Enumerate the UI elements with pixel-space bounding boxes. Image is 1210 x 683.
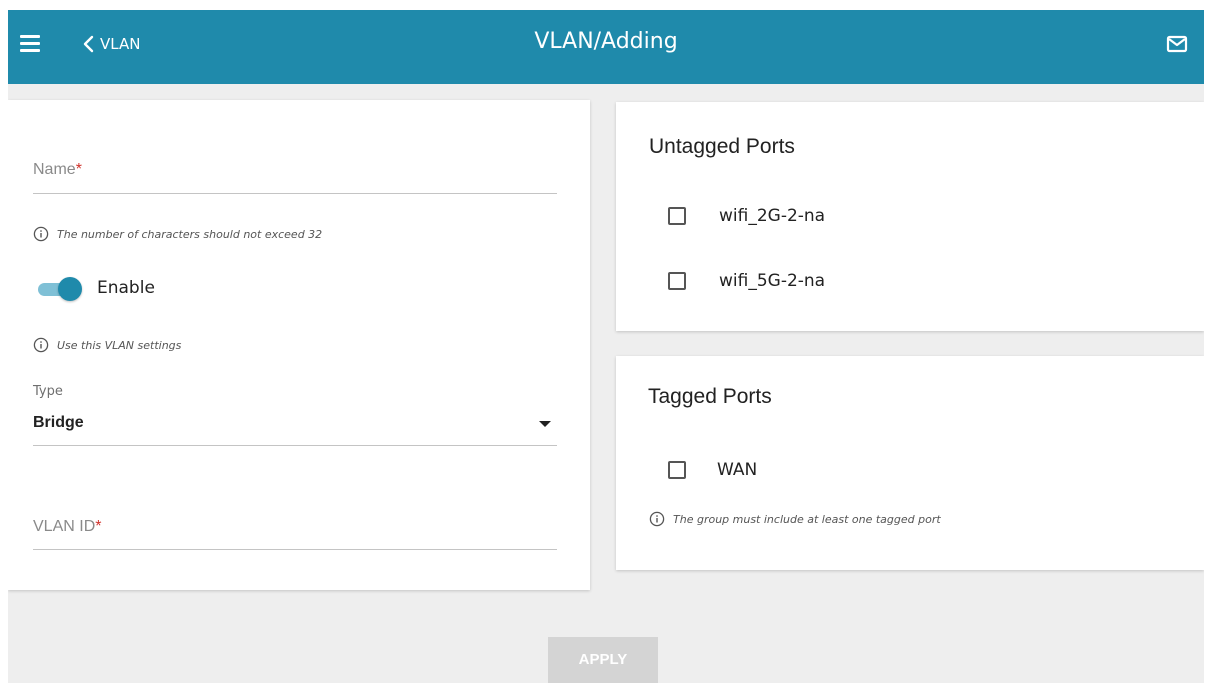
app-frame: VLAN VLAN/Adding Name* The number of cha… [8, 10, 1204, 683]
name-label: Name [33, 161, 76, 178]
notifications-button[interactable] [1166, 33, 1188, 55]
apply-button[interactable]: APPLY [548, 637, 658, 683]
required-mark: * [95, 518, 102, 535]
type-select-value: Bridge [33, 414, 84, 431]
enable-hint-text: Use this VLAN settings [57, 338, 182, 352]
port-checkbox[interactable] [668, 461, 686, 479]
enable-hint: Use this VLAN settings [33, 337, 181, 353]
port-row-wifi-5g[interactable]: wifi_5G-2-na [668, 271, 825, 291]
tagged-ports-hint: The group must include at least one tagg… [649, 511, 941, 527]
name-hint-text: The number of characters should not exce… [57, 227, 323, 241]
tagged-ports-title: Tagged Ports [648, 385, 772, 408]
port-checkbox[interactable] [668, 207, 686, 225]
info-icon [33, 337, 49, 353]
port-checkbox[interactable] [668, 272, 686, 290]
name-hint: The number of characters should not exce… [33, 226, 322, 242]
untagged-ports-title: Untagged Ports [649, 135, 795, 158]
toggle-knob [58, 277, 82, 301]
port-label: WAN [717, 460, 758, 480]
tagged-ports-card: Tagged Ports WAN The group must include … [616, 356, 1204, 570]
required-mark: * [75, 161, 82, 178]
top-bar: VLAN VLAN/Adding [8, 10, 1204, 84]
untagged-ports-card: Untagged Ports wifi_2G-2-na wifi_5G-2-na [616, 102, 1204, 331]
type-select[interactable]: Bridge [33, 400, 557, 446]
port-row-wan[interactable]: WAN [668, 460, 757, 480]
caret-down-icon [539, 421, 551, 427]
vlan-id-field[interactable]: VLAN ID* [33, 504, 557, 550]
vlan-settings-card: Name* The number of characters should no… [8, 100, 590, 590]
enable-toggle[interactable] [38, 277, 82, 301]
info-icon [33, 226, 49, 242]
page-title: VLAN/Adding [534, 29, 678, 54]
port-label: wifi_2G-2-na [719, 206, 826, 226]
port-label: wifi_5G-2-na [719, 271, 826, 291]
tagged-ports-hint-text: The group must include at least one tagg… [673, 512, 941, 526]
port-row-wifi-2g[interactable]: wifi_2G-2-na [668, 206, 825, 226]
vlan-id-label: VLAN ID [33, 518, 96, 535]
info-icon [649, 511, 665, 527]
envelope-icon [1166, 35, 1188, 53]
enable-label: Enable [97, 278, 155, 298]
name-field[interactable]: Name* [33, 152, 557, 194]
type-label: Type [33, 384, 63, 399]
